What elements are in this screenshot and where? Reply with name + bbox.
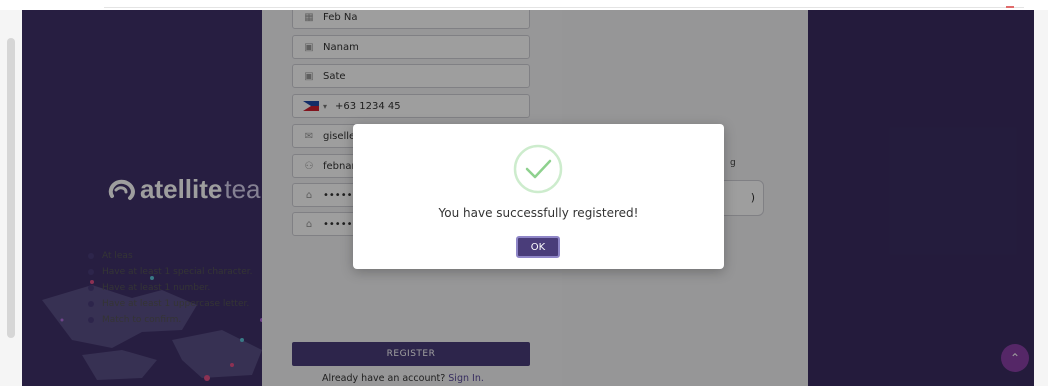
- ok-button[interactable]: OK: [516, 236, 560, 258]
- success-modal: You have successfully registered! OK: [353, 124, 724, 269]
- top-red-mark: [1006, 6, 1014, 8]
- right-gutter: [1034, 10, 1048, 386]
- page: atellitetea ▦ ▣ ▣ ▾ ✉: [0, 0, 1048, 386]
- top-divider: [104, 7, 1024, 8]
- left-scrollbar[interactable]: [7, 38, 15, 338]
- success-message: You have successfully registered!: [438, 206, 639, 220]
- left-gutter: [0, 10, 22, 386]
- browser-top-strip: [0, 0, 1048, 10]
- success-check-icon: [513, 144, 563, 194]
